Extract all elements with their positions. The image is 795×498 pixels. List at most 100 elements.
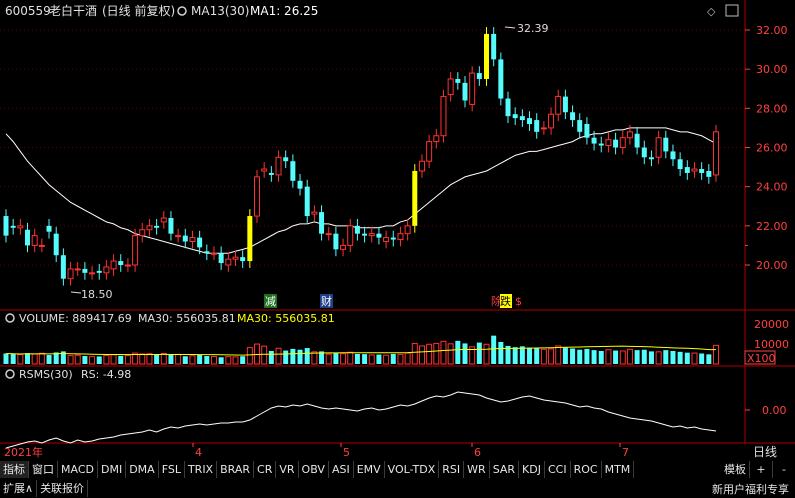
volume-bar (591, 350, 597, 364)
volume-bar (418, 345, 425, 365)
volume-bar (498, 341, 504, 364)
indicator-tab-dmi[interactable]: DMI (98, 461, 127, 478)
candle-body (498, 59, 504, 99)
stock-chart[interactable]: 32.00 30.00 28.00 26.00 24.00 22.00 20.00 6005… (0, 0, 795, 460)
candle-body (340, 244, 347, 250)
volume-bar (570, 348, 576, 364)
candle-body (491, 33, 497, 60)
rsms-label: RSMS(30) (19, 368, 73, 381)
related-quotes-link[interactable]: 关联报价 (37, 480, 89, 497)
rsms-line (5, 391, 717, 449)
indicator-tab-trix[interactable]: TRIX (185, 461, 218, 478)
rsms-axis-zero: 0.00 (762, 404, 787, 417)
volume-bar (246, 347, 253, 365)
candle-body (619, 137, 626, 148)
candle-body (204, 251, 210, 254)
candle-body (283, 157, 289, 162)
volume-bar (197, 354, 203, 364)
volume-unit-label: X100 (747, 352, 776, 365)
price-axis-label: 22.00 (756, 220, 788, 233)
indicator-tab-obv[interactable]: OBV (299, 461, 329, 478)
indicator-tab-emv[interactable]: EMV (354, 461, 385, 478)
candle-body (154, 225, 160, 228)
collapse-chevron-icon[interactable]: ◇ (707, 5, 716, 18)
volume-bar (613, 350, 619, 364)
volume-bar (634, 350, 640, 364)
candle-body (297, 180, 303, 189)
volume-bar (368, 354, 375, 365)
volume-bar (17, 354, 24, 365)
min-price-pointer (70, 291, 82, 294)
volume-bar (275, 347, 282, 365)
event-dollar-label[interactable]: $ (515, 295, 522, 308)
volume-bar (605, 349, 612, 365)
volume-bar (619, 350, 626, 365)
volume-bar (189, 355, 196, 365)
candle-body (168, 218, 174, 234)
volume-bar (124, 355, 131, 365)
indicator-tab-macd[interactable]: MACD (58, 461, 98, 478)
volume-bar (311, 351, 318, 365)
volume-bar (397, 353, 404, 365)
indicator-tab-fsl[interactable]: FSL (159, 461, 185, 478)
volume-bar (362, 354, 368, 364)
rsms-value-label: RS: -4.98 (81, 368, 131, 381)
volume-settings-gear-icon[interactable] (5, 313, 15, 323)
volume-bar (376, 354, 382, 364)
indicator-tab-mtm[interactable]: MTM (602, 461, 635, 478)
volume-bar (304, 348, 310, 364)
price-axis-label: 24.00 (756, 181, 788, 194)
indicator-tab-cr[interactable]: CR (254, 461, 277, 478)
volume-bar (139, 353, 146, 365)
volume-bar (713, 344, 719, 365)
indicator-tab-roc[interactable]: ROC (571, 461, 602, 478)
indicator-tab-brar[interactable]: BRAR (217, 461, 255, 478)
period-label: (日线 前复权) (102, 3, 175, 18)
volume-bar (240, 356, 246, 364)
volume-bar (31, 353, 38, 365)
candle-body (31, 235, 38, 246)
candle-body (447, 78, 454, 96)
ma30-line (5, 127, 717, 254)
volume-bar (383, 354, 390, 365)
volume-bar (540, 348, 547, 365)
candle-body (333, 233, 339, 250)
indicator-tab--[interactable]: 指标 (0, 461, 29, 478)
indicator-tab-wr[interactable]: WR (464, 461, 490, 478)
indicator-tab-vr[interactable]: VR (276, 461, 299, 478)
volume-bar (447, 343, 454, 365)
indicator-tab-dma[interactable]: DMA (126, 461, 159, 478)
ma-settings-gear-icon[interactable] (177, 6, 187, 16)
volume-bar (462, 343, 468, 364)
indicator-tab--[interactable]: 窗口 (29, 461, 58, 478)
candle-body (706, 171, 712, 177)
candle-body (519, 116, 525, 121)
candle-body (699, 169, 705, 173)
indicator-tab-cci[interactable]: CCI (545, 461, 571, 478)
volume-bar (641, 349, 647, 364)
candle-body (89, 272, 96, 275)
volume-bar (483, 343, 490, 365)
promo-link[interactable]: 新用户福利专享 (712, 481, 789, 497)
expand-button[interactable]: 扩展∧ (0, 480, 38, 497)
volume-bar (146, 353, 153, 365)
template-button[interactable]: 模板 (721, 461, 750, 478)
indicator-tab-sar[interactable]: SAR (490, 461, 520, 478)
indicator-tab-asi[interactable]: ASI (329, 461, 354, 478)
indicator-tab-kdj[interactable]: KDJ (519, 461, 545, 478)
candle-body (383, 237, 390, 242)
candle-body (626, 131, 633, 139)
indicator-tab-vol-tdx[interactable]: VOL-TDX (385, 461, 440, 478)
candle-body (67, 268, 74, 280)
volume-bar (699, 353, 705, 364)
candles (3, 27, 719, 286)
candle-body (290, 161, 296, 181)
period-button[interactable]: 日线 (753, 445, 777, 459)
volume-bar (74, 354, 81, 365)
volume-bar (347, 351, 354, 365)
remove-tab-button[interactable]: - (773, 461, 795, 478)
rsms-settings-gear-icon[interactable] (5, 369, 15, 379)
add-tab-button[interactable]: + (750, 461, 773, 478)
indicator-tab-rsi[interactable]: RSI (439, 461, 465, 478)
window-toggle-icon[interactable] (725, 4, 739, 17)
